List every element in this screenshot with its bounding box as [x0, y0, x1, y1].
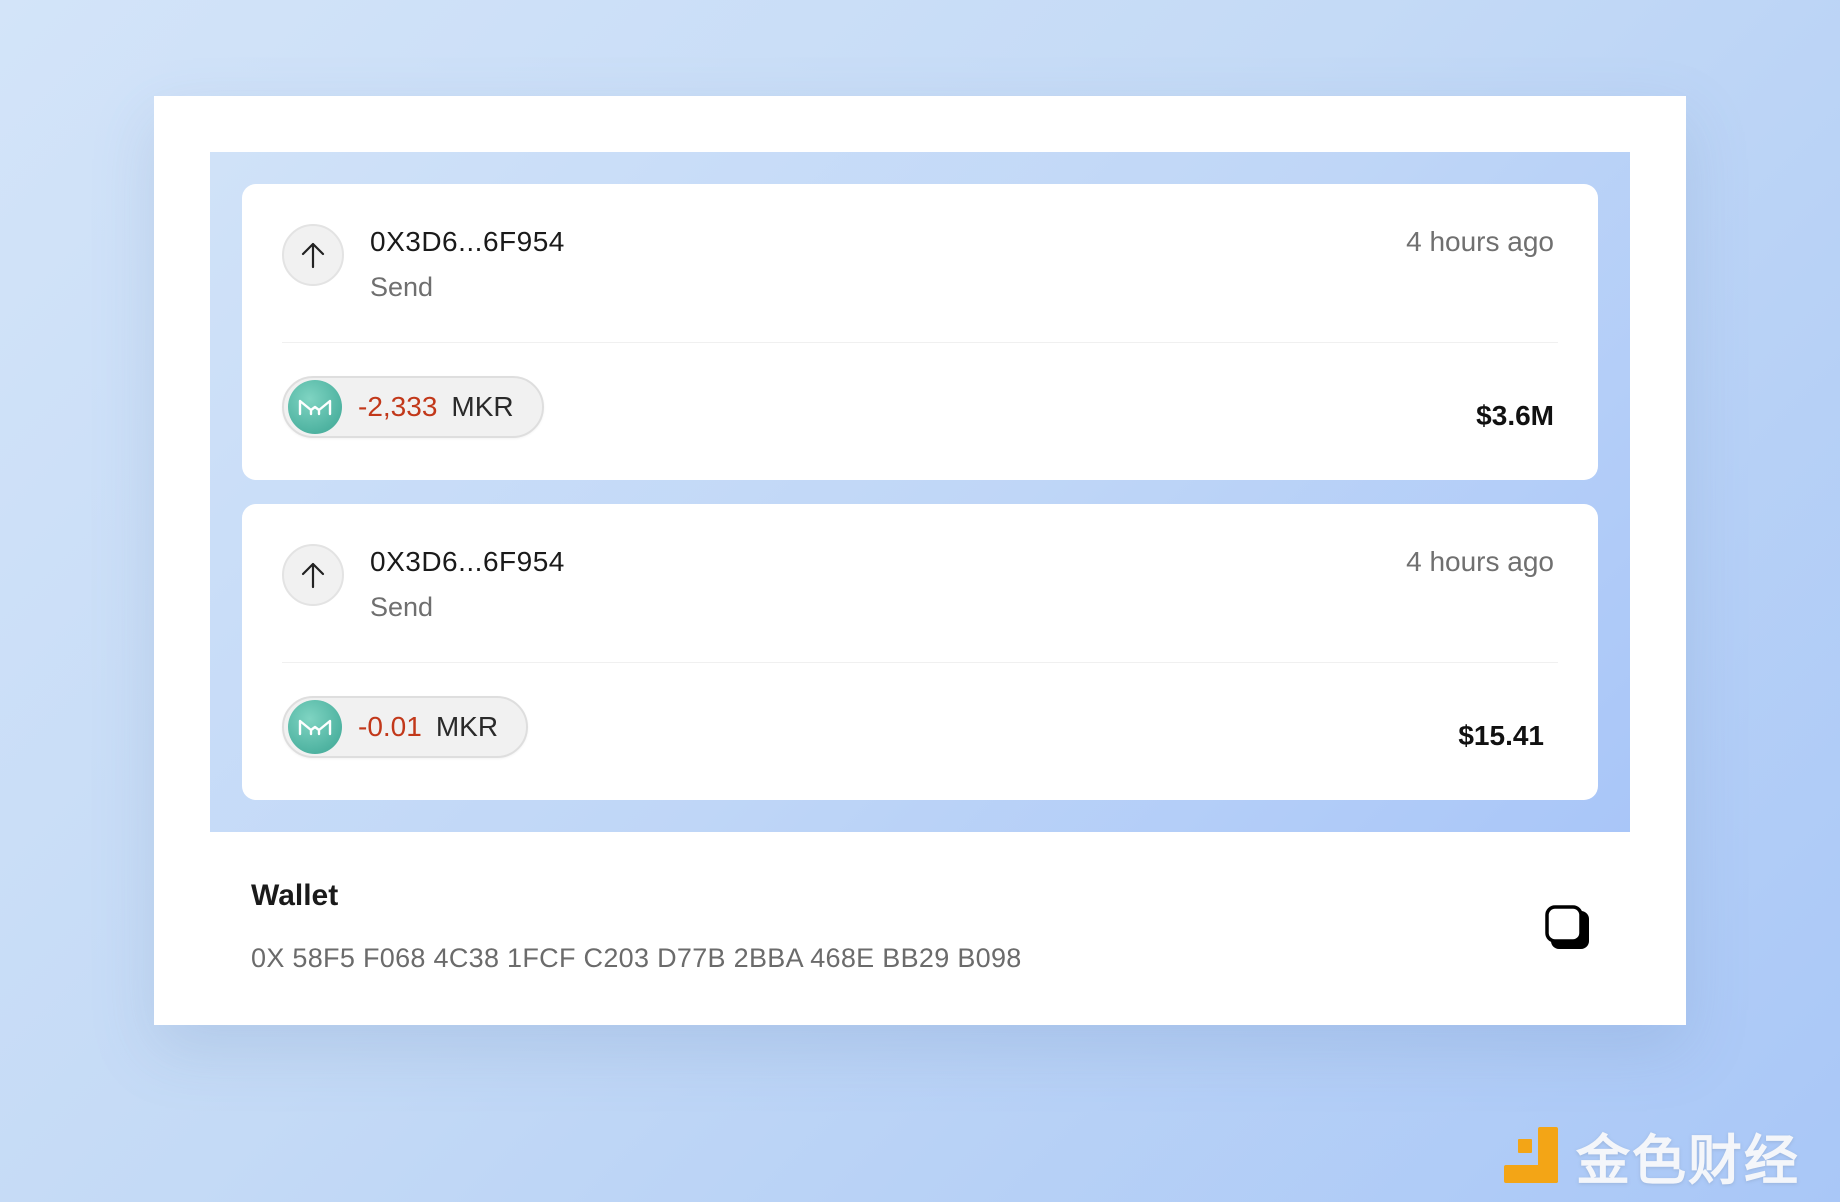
token-symbol: MKR: [435, 711, 499, 742]
send-direction-icon: [282, 544, 344, 606]
usd-value: $15.41: [1458, 720, 1544, 751]
transaction-list: 0X3D6...6F954 Send 4 hours ago -2,333 MK…: [210, 152, 1630, 832]
maker-m-glyph: [298, 399, 332, 416]
maker-m-glyph: [298, 719, 332, 736]
token-amount-pill[interactable]: -0.01 MKR: [282, 696, 529, 758]
watermark: 金色财经: [1500, 1116, 1800, 1195]
arrow-up-icon: [301, 562, 325, 589]
token-amount: -0.01: [358, 711, 422, 742]
token-symbol: MKR: [451, 391, 514, 422]
usd-value: $3.6M: [1476, 400, 1554, 431]
token-amount-pill[interactable]: -2,333 MKR: [282, 376, 544, 438]
maker-logo-icon: [288, 380, 342, 434]
divider: [282, 342, 1558, 343]
wallet-label: Wallet: [251, 879, 339, 912]
transaction-item[interactable]: 0X3D6...6F954 Send 4 hours ago -0.01 MKR…: [242, 504, 1598, 800]
transaction-time: 4 hours ago: [1406, 546, 1554, 577]
transaction-address[interactable]: 0X3D6...6F954: [370, 226, 565, 258]
divider: [282, 662, 1558, 663]
token-amount: -2,333: [358, 391, 438, 422]
transaction-type: Send: [370, 592, 434, 622]
arrow-up-icon: [301, 242, 325, 269]
transaction-type: Send: [370, 272, 434, 302]
copy-address-button[interactable]: [1542, 902, 1594, 954]
jinse-logo-icon: [1504, 1126, 1558, 1183]
send-direction-icon: [282, 224, 344, 286]
wallet-address[interactable]: 0X 58F5 F068 4C38 1FCF C203 D77B 2BBA 46…: [251, 943, 1022, 974]
copy-icon: [1545, 905, 1589, 949]
transaction-address[interactable]: 0X3D6...6F954: [370, 546, 565, 578]
maker-logo-icon: [288, 700, 342, 754]
wallet-activity-card: 0X3D6...6F954 Send 4 hours ago -2,333 MK…: [154, 96, 1686, 1025]
transaction-time: 4 hours ago: [1406, 226, 1554, 257]
transaction-item[interactable]: 0X3D6...6F954 Send 4 hours ago -2,333 MK…: [242, 184, 1598, 480]
watermark-text: 金色财经: [1576, 1131, 1800, 1191]
